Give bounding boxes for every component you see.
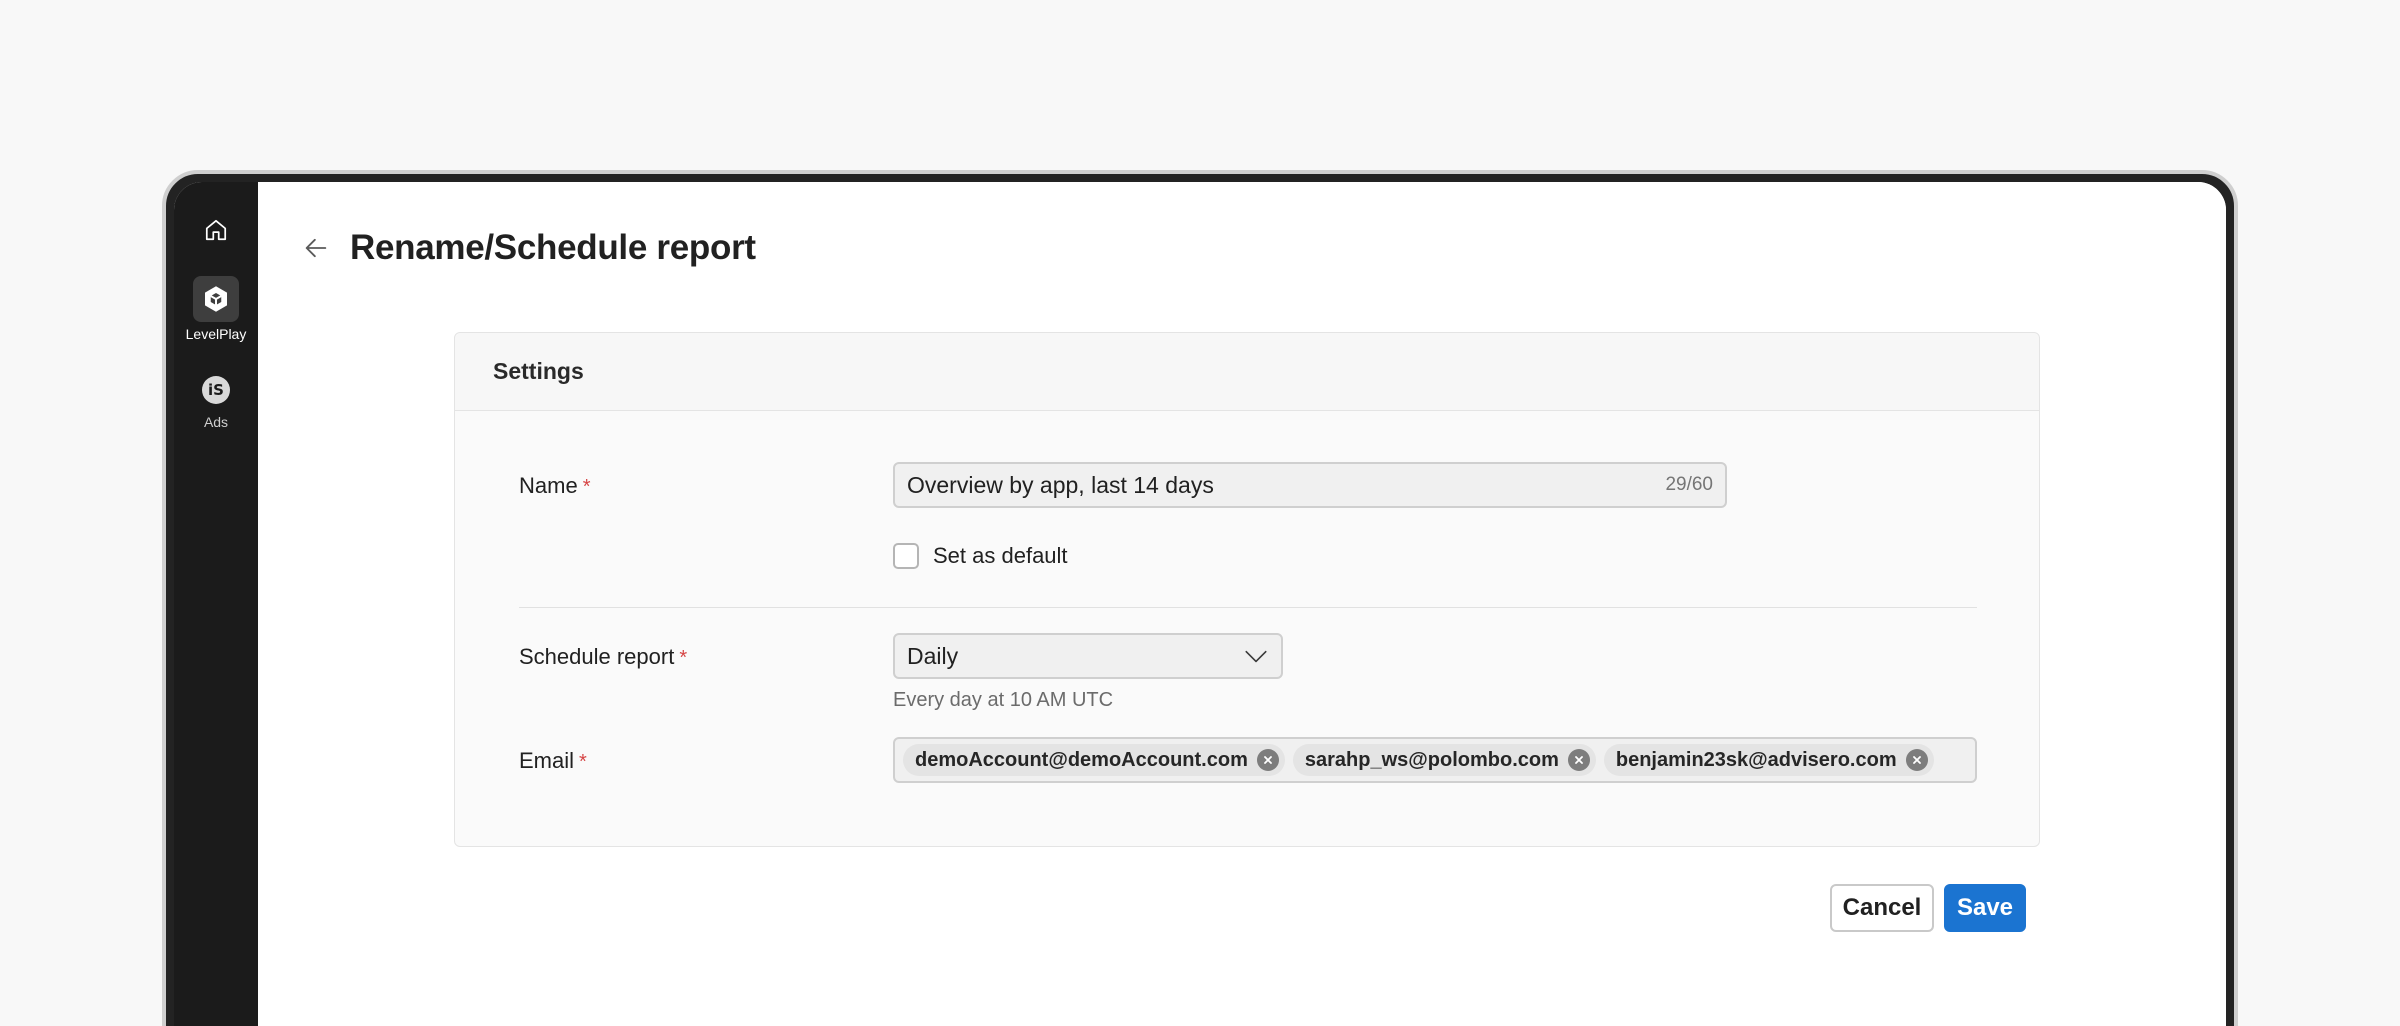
- required-mark: *: [579, 751, 587, 773]
- device-frame: LevelPlay iS Ads Rename/Schedule report …: [162, 170, 2238, 1026]
- settings-card: Settings Name* 29/60 Set as default Sche…: [454, 332, 2040, 847]
- name-input[interactable]: [907, 471, 1666, 499]
- chip-remove-button[interactable]: [1256, 749, 1279, 771]
- unity-logo-icon: [193, 276, 239, 322]
- email-chip-text: sarahp_ws@polombo.com: [1304, 748, 1559, 771]
- main-content: Rename/Schedule report Settings Name* 29…: [258, 182, 2226, 1026]
- chip-remove-button[interactable]: [1905, 749, 1928, 771]
- is-logo-icon: iS: [202, 376, 230, 404]
- sidebar-item-levelplay[interactable]: LevelPlay: [174, 276, 258, 342]
- sidebar-item-ads[interactable]: iS Ads: [174, 376, 258, 430]
- save-button[interactable]: Save: [1944, 884, 2026, 932]
- home-icon: [203, 217, 229, 248]
- chevron-down-icon: [1245, 650, 1267, 663]
- email-chip: demoAccount@demoAccount.com: [903, 744, 1285, 776]
- sidebar-item-home[interactable]: [174, 212, 258, 252]
- close-icon: [1912, 756, 1921, 764]
- required-mark: *: [679, 647, 688, 669]
- set-default-checkbox[interactable]: [893, 543, 919, 569]
- char-count: 29/60: [1665, 474, 1713, 495]
- name-field[interactable]: 29/60: [893, 462, 1727, 508]
- email-chip-text: demoAccount@demoAccount.com: [915, 748, 1248, 771]
- divider: [519, 607, 1977, 608]
- close-icon: [1574, 756, 1583, 764]
- chip-remove-button[interactable]: [1567, 749, 1590, 771]
- sidebar-item-label: Ads: [203, 414, 229, 430]
- back-button[interactable]: [300, 232, 332, 264]
- arrow-left-icon: [305, 238, 327, 258]
- set-default-option[interactable]: Set as default: [893, 543, 1068, 569]
- email-chip-text: benjamin23sk@advisero.com: [1615, 748, 1897, 771]
- cancel-button[interactable]: Cancel: [1830, 884, 1934, 932]
- settings-card-title: Settings: [455, 333, 2039, 411]
- schedule-label: Schedule report *: [519, 644, 687, 670]
- close-icon: [1263, 756, 1272, 764]
- name-label: Name *: [519, 473, 590, 499]
- email-label-text: Email: [519, 748, 575, 773]
- email-chip: sarahp_ws@polombo.com: [1292, 744, 1596, 776]
- schedule-helper-text: Every day at 10 AM UTC: [893, 689, 1114, 711]
- email-field[interactable]: demoAccount@demoAccount.com sarahp_ws@po…: [893, 737, 1977, 783]
- schedule-label-text: Schedule report: [519, 644, 675, 669]
- page-title: Rename/Schedule report: [350, 228, 756, 267]
- page-header: Rename/Schedule report: [300, 228, 756, 268]
- set-default-label: Set as default: [933, 543, 1068, 568]
- app-screen: LevelPlay iS Ads Rename/Schedule report …: [174, 182, 2226, 1026]
- sidebar: LevelPlay iS Ads: [174, 182, 258, 1026]
- schedule-select-value: Daily: [907, 642, 959, 669]
- name-label-text: Name: [519, 473, 578, 498]
- email-chip: benjamin23sk@advisero.com: [1603, 744, 1934, 776]
- schedule-select[interactable]: Daily: [893, 633, 1283, 679]
- required-mark: *: [582, 476, 591, 498]
- email-label: Email *: [519, 748, 587, 774]
- sidebar-item-label: LevelPlay: [185, 326, 247, 342]
